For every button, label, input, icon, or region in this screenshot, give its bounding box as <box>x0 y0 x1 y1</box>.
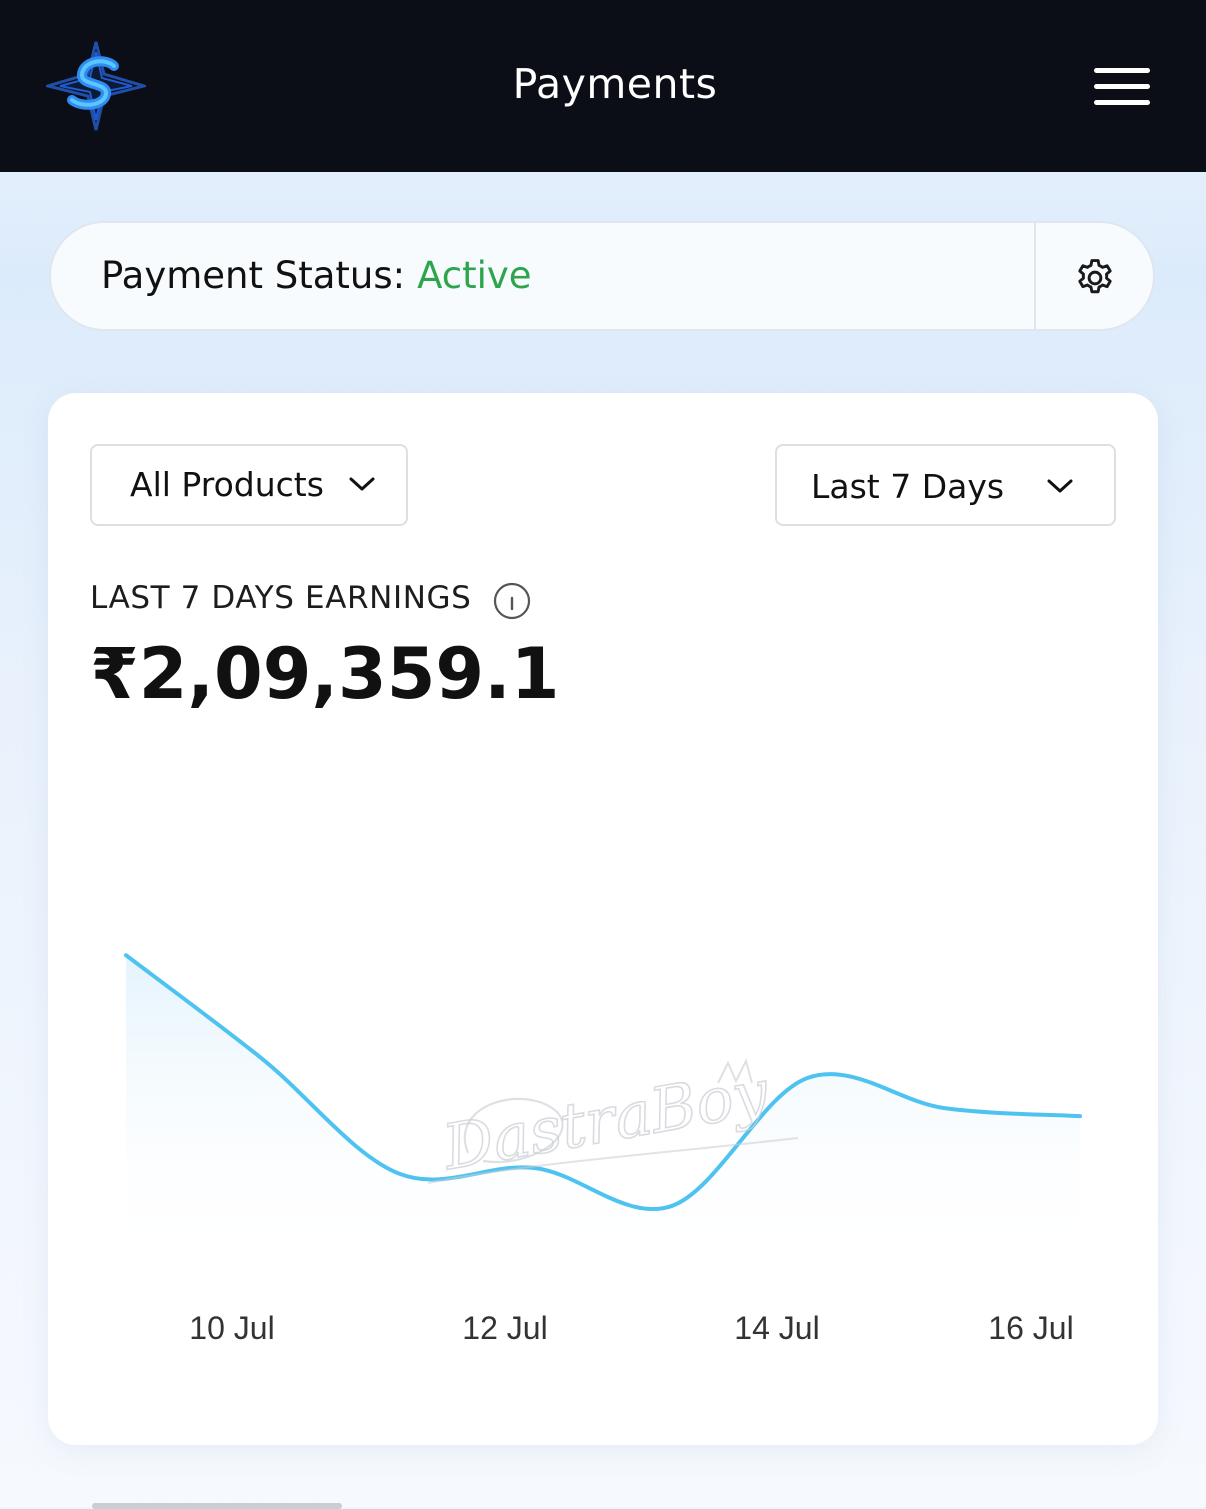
x-axis-tick-label: 16 Jul <box>988 1310 1073 1346</box>
watermark-logo: DastraBoy <box>427 1054 799 1185</box>
x-axis-tick-label: 10 Jul <box>189 1310 274 1346</box>
page-title: Payments <box>512 60 718 108</box>
chart-point <box>112 941 140 969</box>
payment-status-bar: Payment Status: Active <box>49 221 1155 331</box>
chart-point <box>248 1045 276 1073</box>
home-indicator <box>92 1503 342 1509</box>
gear-icon[interactable] <box>1073 256 1117 300</box>
status-divider <box>1034 223 1036 329</box>
x-axis-tick-label: 14 Jul <box>734 1310 819 1346</box>
chart-point <box>930 1094 958 1122</box>
payment-status-label: Payment Status: <box>101 254 406 297</box>
top-navigation-bar: Payments <box>0 0 1206 172</box>
watermark-text: DastraBoy <box>437 1055 775 1184</box>
payment-status-value: Active <box>417 254 532 297</box>
hamburger-menu-icon[interactable] <box>1094 66 1152 106</box>
earnings-area-chart: 10 Jul 12 Jul 14 Jul 16 Jul <box>112 941 1094 1346</box>
earnings-card: All Products Last 7 Days LAST 7 DAYS EAR… <box>48 393 1158 1445</box>
chart-point <box>1066 1102 1094 1130</box>
payment-status-text: Payment Status: Active <box>101 251 532 301</box>
x-axis-tick-label: 12 Jul <box>462 1310 547 1346</box>
